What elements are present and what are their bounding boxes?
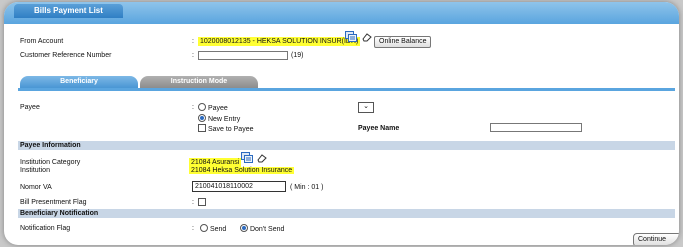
title-bar: Bills Payment List [4,2,679,24]
window-title: Bills Payment List [14,4,123,18]
send-radio-option[interactable]: Send [200,224,226,233]
eraser-icon[interactable] [362,33,372,44]
new-entry-radio[interactable] [198,114,206,122]
account-list-icon[interactable] [345,31,357,44]
tab-underline [18,88,675,91]
colon: : [192,199,194,206]
continue-button[interactable]: Continue [633,233,679,245]
dont-send-radio[interactable] [240,224,248,232]
customer-reference-max: (19) [291,52,304,59]
institution-value: 21084 Heksa Solution Insurance [189,167,295,174]
payee-information-header: Payee Information [18,141,675,150]
notification-flag-row: Notification Flag : Send Don't Send [4,224,679,234]
customer-reference-row: Customer Reference Number : (19) [4,51,679,61]
nomor-va-row: Nomor VA 210041018110002 ( Min : 01 ) [4,181,679,193]
beneficiary-notification-header: Beneficiary Notification [18,209,675,218]
colon: : [192,225,194,232]
payee-radio-label: Payee [207,105,228,112]
nomor-va-hint: ( Min : 01 ) [290,184,324,191]
bill-presentment-label: Bill Presentment Flag [20,199,87,206]
dont-send-radio-label: Don't Send [249,226,285,233]
colon: : [192,52,194,59]
institution-row: Institution 21084 Heksa Solution Insuran… [4,167,679,176]
category-list-icon[interactable] [241,152,253,165]
colon: : [192,38,194,45]
payee-dropdown[interactable]: ⌄ [358,102,374,113]
notification-flag-label: Notification Flag [20,225,71,232]
from-account-row: From Account : 1020008012135 - HEKSA SOL… [4,31,679,48]
new-entry-radio-label: New Entry [207,116,241,123]
send-radio-label: Send [209,226,227,233]
bill-presentment-checkbox[interactable] [198,198,206,206]
dont-send-radio-option[interactable]: Don't Send [240,224,284,233]
institution-category-label: Institution Category [20,159,81,166]
save-to-payee-option[interactable]: Save to Payee [198,124,253,133]
from-account-value[interactable]: 1020008012135 - HEKSA SOLUTION INSUR(IDR… [198,37,361,46]
payee-radio[interactable] [198,103,206,111]
eraser-icon[interactable] [257,154,267,165]
save-to-payee-label: Save to Payee [207,126,254,133]
colon: : [192,104,194,111]
save-to-payee-checkbox[interactable] [198,124,206,132]
payee-radio-option[interactable]: Payee [198,103,228,112]
bill-presentment-row: Bill Presentment Flag : [4,198,679,207]
chevron-down-icon: ⌄ [363,103,369,110]
from-account-label: From Account [20,38,64,45]
payee-label: Payee [20,104,40,111]
payment-window: Bills Payment List From Account : 102000… [4,2,679,245]
payee-row: Payee : Payee ⌄ New Entry Save to Payee … [4,102,679,139]
institution-category-value: 21084 Asuransi [189,158,242,167]
tab-beneficiary[interactable]: Beneficiary [20,76,138,88]
institution-label: Institution [20,167,50,174]
customer-reference-label: Customer Reference Number [20,52,112,59]
new-entry-radio-option[interactable]: New Entry [198,114,240,123]
nomor-va-input[interactable]: 210041018110002 [192,181,286,192]
send-radio[interactable] [200,224,208,232]
nomor-va-label: Nomor VA [20,184,52,191]
customer-reference-input[interactable] [198,51,288,60]
online-balance-button[interactable]: Online Balance [374,36,432,48]
institution-category-row: Institution Category 21084 Asuransi [4,152,679,167]
tab-instruction-mode[interactable]: Instruction Mode [140,76,258,88]
payee-name-input[interactable] [490,123,582,132]
payee-name-label: Payee Name [358,125,400,132]
